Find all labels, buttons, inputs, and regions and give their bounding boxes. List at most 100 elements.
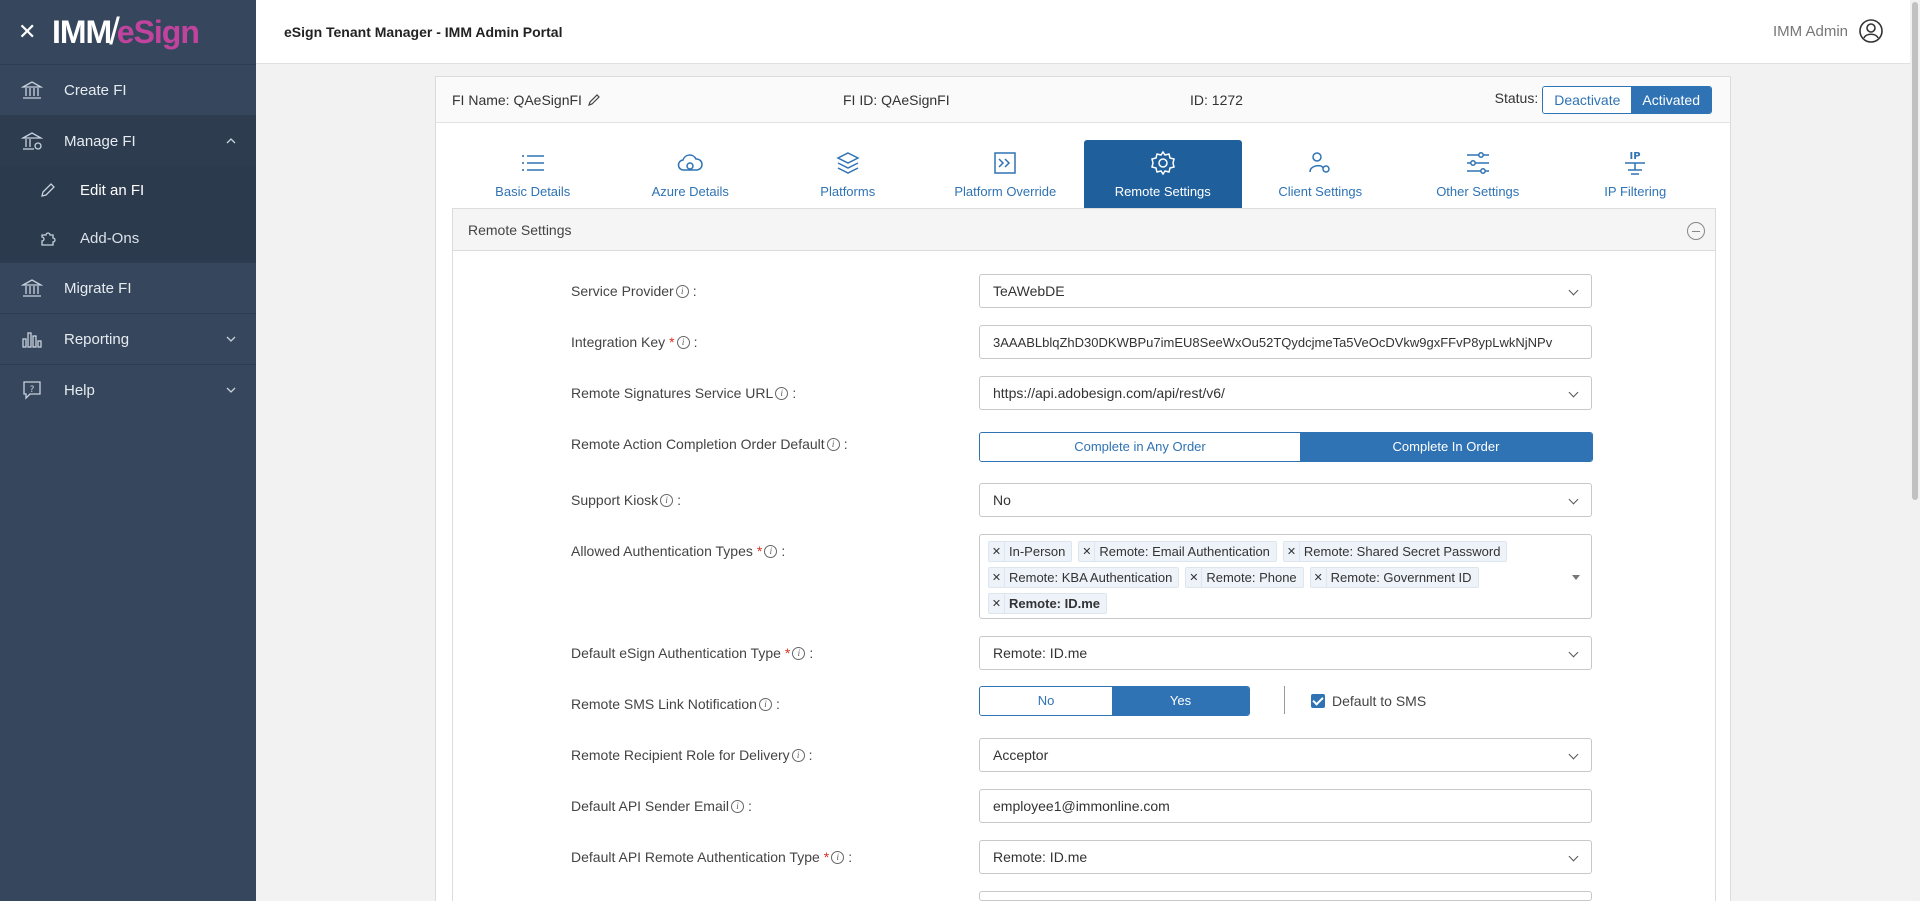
- tab-label: Remote Settings: [1114, 184, 1211, 199]
- sms-yes-option[interactable]: Yes: [1112, 687, 1249, 715]
- sidebar-subitem-edit-fi[interactable]: Edit an FI: [0, 166, 256, 214]
- select-value: No: [993, 492, 1011, 508]
- collapse-icon[interactable]: [1687, 222, 1705, 240]
- user-menu[interactable]: IMM Admin: [1773, 18, 1884, 44]
- label-text: Service Provider: [571, 283, 674, 299]
- sidebar-item-create-fi[interactable]: Create FI: [0, 64, 256, 115]
- info-icon[interactable]: i: [775, 386, 789, 400]
- remote-sig-url-select[interactable]: https://api.adobesign.com/api/rest/v6/: [979, 376, 1592, 410]
- tab-platform-override[interactable]: Platform Override: [927, 140, 1085, 208]
- bank-icon: [20, 276, 44, 300]
- next-field[interactable]: [979, 891, 1592, 901]
- chevron-up-icon: [226, 138, 236, 144]
- remove-chip-icon[interactable]: ✕: [989, 593, 1005, 613]
- sidebar-item-label: Manage FI: [64, 132, 136, 150]
- tab-platforms[interactable]: Platforms: [769, 140, 927, 208]
- sidebar-item-manage-fi[interactable]: Manage FI: [0, 115, 256, 166]
- label-text: Default eSign Authentication Type: [571, 645, 781, 661]
- activated-button[interactable]: Activated: [1631, 87, 1711, 113]
- remove-chip-icon[interactable]: ✕: [1079, 541, 1096, 561]
- chip-label: Remote: Shared Secret Password: [1303, 543, 1501, 559]
- default-auth-select[interactable]: Remote: ID.me: [979, 636, 1592, 670]
- tab-ip-filtering[interactable]: IP IP Filtering: [1557, 140, 1715, 208]
- sidebar-item-label: Help: [64, 381, 95, 399]
- sidebar-item-migrate-fi[interactable]: Migrate FI: [0, 262, 256, 313]
- section-title: Remote Settings: [468, 221, 572, 238]
- tab-label: IP Filtering: [1604, 184, 1667, 199]
- auth-chip: ✕ Remote: Phone: [1185, 566, 1304, 588]
- label-text: Default API Remote Authentication Type: [571, 849, 820, 865]
- sidebar-item-label: Reporting: [64, 330, 130, 348]
- auth-chip: ✕ Remote: KBA Authentication: [988, 566, 1180, 588]
- bank-gear-icon: [20, 129, 44, 153]
- tab-other-settings[interactable]: Other Settings: [1399, 140, 1557, 208]
- auth-types-multiselect[interactable]: ✕ In-Person ✕ Remote: Email Authentication…: [979, 534, 1592, 619]
- info-icon[interactable]: i: [676, 335, 690, 349]
- label-text: Remote SMS Link Notification: [571, 696, 757, 712]
- sidebar-header: ✕ IMM / eSign: [0, 0, 256, 64]
- logo-imm: IMM: [52, 13, 112, 50]
- info-icon[interactable]: i: [758, 697, 772, 711]
- select-value: TeAWebDE: [993, 283, 1065, 299]
- info-icon[interactable]: i: [730, 799, 744, 813]
- auth-chip: ✕ Remote: ID.me: [988, 592, 1108, 614]
- auth-chip: ✕ Remote: Shared Secret Password: [1282, 540, 1508, 562]
- tab-label: Azure Details: [651, 184, 729, 199]
- complete-any-order-option[interactable]: Complete in Any Order: [980, 433, 1300, 461]
- status-label: Status:: [1494, 90, 1539, 106]
- remove-chip-icon[interactable]: ✕: [1186, 567, 1203, 587]
- close-icon[interactable]: ✕: [18, 21, 40, 43]
- info-icon[interactable]: i: [675, 284, 689, 298]
- default-auth-label: Default eSign Authentication Type * i:: [571, 645, 814, 661]
- sidebar-item-reporting[interactable]: Reporting: [0, 313, 256, 364]
- sms-no-option[interactable]: No: [980, 687, 1112, 715]
- sender-email-input[interactable]: employee1@immonline.com: [979, 789, 1592, 823]
- tab-azure-details[interactable]: Azure Details: [612, 140, 770, 208]
- remove-chip-icon[interactable]: ✕: [1311, 567, 1327, 587]
- sidebar-subitem-add-ons[interactable]: Add-Ons: [0, 214, 256, 262]
- info-icon[interactable]: i: [831, 850, 845, 864]
- fi-name: FI Name: QAeSignFI: [452, 92, 602, 108]
- sidebar: ✕ IMM / eSign Create FI Manage FI Edit a…: [0, 0, 256, 901]
- sender-email-label: Default API Sender Email i:: [571, 798, 752, 814]
- user-avatar-icon[interactable]: [1858, 18, 1884, 44]
- api-auth-select[interactable]: Remote: ID.me: [979, 840, 1592, 874]
- scrollbar-thumb[interactable]: [1912, 2, 1918, 500]
- pencil-icon: [38, 180, 58, 200]
- tab-client-settings[interactable]: Client Settings: [1242, 140, 1400, 208]
- info-icon[interactable]: i: [764, 544, 778, 558]
- info-icon[interactable]: i: [791, 748, 805, 762]
- info-icon[interactable]: i: [826, 437, 840, 451]
- info-icon[interactable]: i: [792, 646, 806, 660]
- service-provider-select[interactable]: TeAWebDE: [979, 274, 1592, 308]
- edit-pencil-icon[interactable]: [586, 92, 602, 108]
- vertical-scrollbar[interactable]: [1910, 0, 1920, 901]
- settings-tabs: Basic Details Azure Details Platforms Pl…: [454, 140, 1714, 208]
- tab-remote-settings[interactable]: Remote Settings: [1084, 140, 1242, 208]
- select-value: Acceptor: [993, 747, 1049, 763]
- chip-label: Remote: KBA Authentication: [1009, 569, 1173, 585]
- integration-key-label: Integration Key * i:: [571, 334, 698, 350]
- recipient-role-label: Remote Recipient Role for Delivery i:: [571, 747, 813, 763]
- integration-key-input[interactable]: 3AAABLblqZhD30DKWBPu7imEU8SeeWxOu52TQydc…: [979, 325, 1592, 359]
- tab-label: Other Settings: [1436, 184, 1520, 199]
- deactivate-button[interactable]: Deactivate: [1543, 87, 1632, 113]
- section-header: Remote Settings: [453, 209, 1715, 251]
- auth-chip: ✕ Remote: Government ID: [1309, 566, 1479, 588]
- recipient-role-select[interactable]: Acceptor: [979, 738, 1592, 772]
- info-icon[interactable]: i: [660, 493, 674, 507]
- remove-chip-icon[interactable]: ✕: [1284, 541, 1300, 561]
- complete-in-order-option[interactable]: Complete In Order: [1300, 433, 1592, 461]
- fi-header: FI Name: QAeSignFI FI ID: QAeSignFI ID: …: [436, 77, 1730, 123]
- status-control: Status: Deactivate Activated: [1495, 86, 1712, 114]
- sidebar-item-help[interactable]: ? Help: [0, 364, 256, 415]
- sidebar-item-label: Migrate FI: [64, 279, 132, 297]
- support-kiosk-select[interactable]: No: [979, 483, 1592, 517]
- tab-basic-details[interactable]: Basic Details: [454, 140, 612, 208]
- remove-chip-icon[interactable]: ✕: [989, 567, 1005, 587]
- default-sms-checkbox[interactable]: [1311, 694, 1325, 708]
- remote-sig-url-label: Remote Signatures Service URL i:: [571, 385, 797, 401]
- svg-text:?: ?: [30, 385, 35, 395]
- default-sms-label: Default to SMS: [1332, 693, 1427, 709]
- remove-chip-icon[interactable]: ✕: [989, 541, 1005, 561]
